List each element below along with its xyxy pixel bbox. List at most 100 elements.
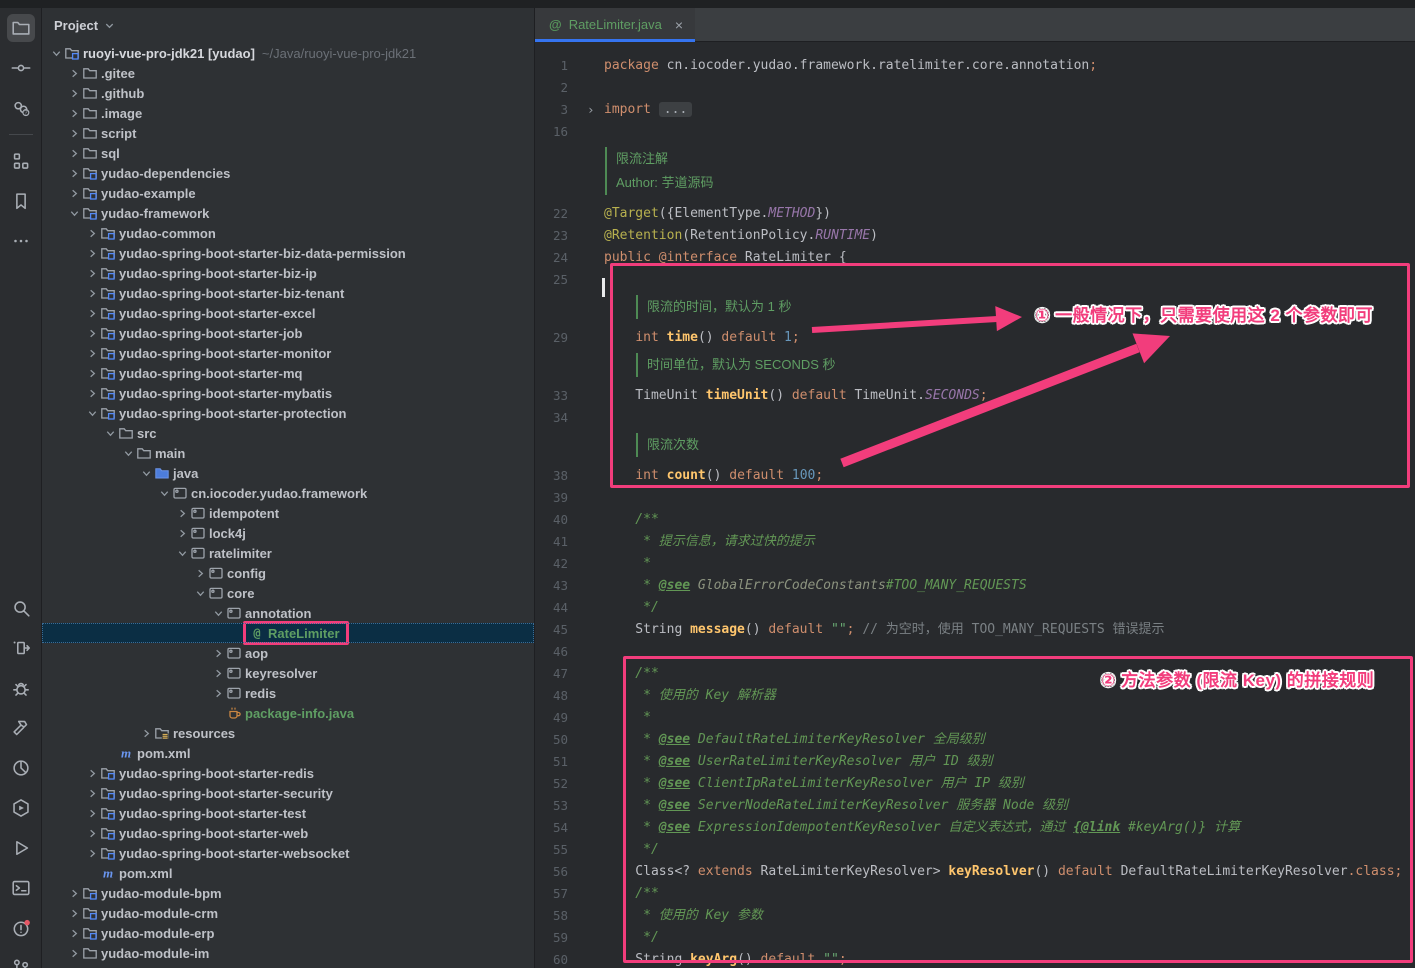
chevron-collapsed-icon[interactable] (176, 507, 189, 520)
run-icon[interactable] (7, 834, 35, 862)
folded-region[interactable]: ... (659, 102, 692, 117)
tree-item-cn-iocoder-yudao-framework[interactable]: cn.iocoder.yudao.framework (42, 483, 534, 503)
editor-area[interactable]: @ RateLimiter.java × 1package cn.iocoder… (535, 8, 1415, 968)
chevron-collapsed-icon[interactable] (86, 307, 99, 320)
bookmarks-icon[interactable] (7, 187, 35, 215)
tree-item-core[interactable]: core (42, 583, 534, 603)
tree-item-gitee[interactable]: .gitee (42, 63, 534, 83)
tree-item-resources[interactable]: resources (42, 723, 534, 743)
tree-item-package-info-java[interactable]: package-info.java (42, 703, 534, 723)
chevron-collapsed-icon[interactable] (140, 727, 153, 740)
build-icon[interactable] (7, 714, 35, 742)
chevron-collapsed-icon[interactable] (68, 927, 81, 940)
tree-item-yudao-module-crm[interactable]: yudao-module-crm (42, 903, 534, 923)
chevron-expanded-icon[interactable] (68, 207, 81, 220)
pull-requests-icon[interactable]: ? (7, 94, 35, 122)
chevron-collapsed-icon[interactable] (68, 127, 81, 140)
tree-item-src[interactable]: src (42, 423, 534, 443)
chevron-collapsed-icon[interactable] (86, 367, 99, 380)
tree-item-yudao-spring-boot-starter-monitor[interactable]: yudao-spring-boot-starter-monitor (42, 343, 534, 363)
chevron-collapsed-icon[interactable] (86, 227, 99, 240)
tree-item-yudao-spring-boot-starter-biz-ip[interactable]: yudao-spring-boot-starter-biz-ip (42, 263, 534, 283)
chevron-collapsed-icon[interactable] (86, 247, 99, 260)
debug-icon[interactable] (7, 674, 35, 702)
tree-item-yudao-spring-boot-starter-mybatis[interactable]: yudao-spring-boot-starter-mybatis (42, 383, 534, 403)
tree-item-keyresolver[interactable]: keyresolver (42, 663, 534, 683)
chevron-collapsed-icon[interactable] (68, 187, 81, 200)
chevron-collapsed-icon[interactable] (212, 667, 225, 680)
close-icon[interactable]: × (675, 17, 683, 33)
tree-item-yudao-spring-boot-starter-web[interactable]: yudao-spring-boot-starter-web (42, 823, 534, 843)
tree-item-pom-xml[interactable]: mpom.xml (42, 863, 534, 883)
chevron-collapsed-icon[interactable] (68, 947, 81, 960)
tree-item-yudao-spring-boot-starter-biz-tenant[interactable]: yudao-spring-boot-starter-biz-tenant (42, 283, 534, 303)
tree-item-script[interactable]: script (42, 123, 534, 143)
tree-item-ratelimiter[interactable]: ratelimiter (42, 543, 534, 563)
chevron-collapsed-icon[interactable] (176, 527, 189, 540)
tree-item-yudao-module-bpm[interactable]: yudao-module-bpm (42, 883, 534, 903)
navigate-icon[interactable] (7, 634, 35, 662)
tree-item-github[interactable]: .github (42, 83, 534, 103)
tree-item-lock4j[interactable]: lock4j (42, 523, 534, 543)
project-panel-title[interactable]: Project (54, 18, 98, 33)
terminal-icon[interactable] (7, 874, 35, 902)
fold-arrow-icon[interactable]: › (587, 99, 595, 121)
chevron-expanded-icon[interactable] (50, 47, 63, 60)
chevron-collapsed-icon[interactable] (68, 147, 81, 160)
chevron-expanded-icon[interactable] (104, 427, 117, 440)
tree-item-image[interactable]: .image (42, 103, 534, 123)
tree-item-yudao-spring-boot-starter-test[interactable]: yudao-spring-boot-starter-test (42, 803, 534, 823)
tree-item-yudao-spring-boot-starter-websocket[interactable]: yudao-spring-boot-starter-websocket (42, 843, 534, 863)
chevron-collapsed-icon[interactable] (86, 347, 99, 360)
tree-item-pom-xml[interactable]: mpom.xml (42, 743, 534, 763)
problems-icon[interactable] (7, 914, 35, 942)
tab-ratelimiter-java[interactable]: @ RateLimiter.java × (535, 8, 695, 41)
chevron-collapsed-icon[interactable] (86, 767, 99, 780)
chevron-collapsed-icon[interactable] (86, 287, 99, 300)
structure-icon[interactable] (7, 147, 35, 175)
profiler-icon[interactable] (7, 754, 35, 782)
tree-item-sql[interactable]: sql (42, 143, 534, 163)
tree-item-yudao-spring-boot-starter-mq[interactable]: yudao-spring-boot-starter-mq (42, 363, 534, 383)
chevron-expanded-icon[interactable] (158, 487, 171, 500)
chevron-collapsed-icon[interactable] (212, 687, 225, 700)
chevron-down-icon[interactable] (104, 20, 115, 31)
chevron-collapsed-icon[interactable] (68, 167, 81, 180)
tree-item-main[interactable]: main (42, 443, 534, 463)
tree-item-yudao-spring-boot-starter-job[interactable]: yudao-spring-boot-starter-job (42, 323, 534, 343)
tree-item-yudao-framework[interactable]: yudao-framework (42, 203, 534, 223)
chevron-collapsed-icon[interactable] (86, 847, 99, 860)
chevron-expanded-icon[interactable] (194, 587, 207, 600)
tree-item-ruoyi-vue-pro-jdk21-yudao[interactable]: ruoyi-vue-pro-jdk21 [yudao]~/Java/ruoyi-… (42, 43, 534, 63)
chevron-collapsed-icon[interactable] (68, 107, 81, 120)
chevron-collapsed-icon[interactable] (68, 67, 81, 80)
chevron-collapsed-icon[interactable] (86, 827, 99, 840)
chevron-expanded-icon[interactable] (212, 607, 225, 620)
tree-item-yudao-module-im[interactable]: yudao-module-im (42, 943, 534, 963)
tree-item-config[interactable]: config (42, 563, 534, 583)
chevron-collapsed-icon[interactable] (86, 807, 99, 820)
tree-item-java[interactable]: java (42, 463, 534, 483)
tree-item-yudao-spring-boot-starter-protection[interactable]: yudao-spring-boot-starter-protection (42, 403, 534, 423)
tree-item-yudao-spring-boot-starter-excel[interactable]: yudao-spring-boot-starter-excel (42, 303, 534, 323)
chevron-expanded-icon[interactable] (176, 547, 189, 560)
tree-item-yudao-spring-boot-starter-biz-data-permission[interactable]: yudao-spring-boot-starter-biz-data-permi… (42, 243, 534, 263)
chevron-collapsed-icon[interactable] (194, 567, 207, 580)
more-icon[interactable] (7, 227, 35, 255)
tree-item-yudao-module-erp[interactable]: yudao-module-erp (42, 923, 534, 943)
chevron-collapsed-icon[interactable] (86, 787, 99, 800)
tree-item-yudao-common[interactable]: yudao-common (42, 223, 534, 243)
code-editor[interactable]: 1package cn.iocoder.yudao.framework.rate… (535, 50, 1415, 968)
chevron-collapsed-icon[interactable] (86, 267, 99, 280)
tree-item-yudao-spring-boot-starter-security[interactable]: yudao-spring-boot-starter-security (42, 783, 534, 803)
tree-item-annotation[interactable]: annotation (42, 603, 534, 623)
tree-item-idempotent[interactable]: idempotent (42, 503, 534, 523)
tree-item-yudao-example[interactable]: yudao-example (42, 183, 534, 203)
commit-icon[interactable] (7, 54, 35, 82)
tree-item-aop[interactable]: aop (42, 643, 534, 663)
chevron-collapsed-icon[interactable] (212, 647, 225, 660)
chevron-expanded-icon[interactable] (140, 467, 153, 480)
chevron-collapsed-icon[interactable] (86, 327, 99, 340)
tree-item-ratelimiter[interactable]: @RateLimiter (42, 623, 534, 643)
chevron-expanded-icon[interactable] (122, 447, 135, 460)
